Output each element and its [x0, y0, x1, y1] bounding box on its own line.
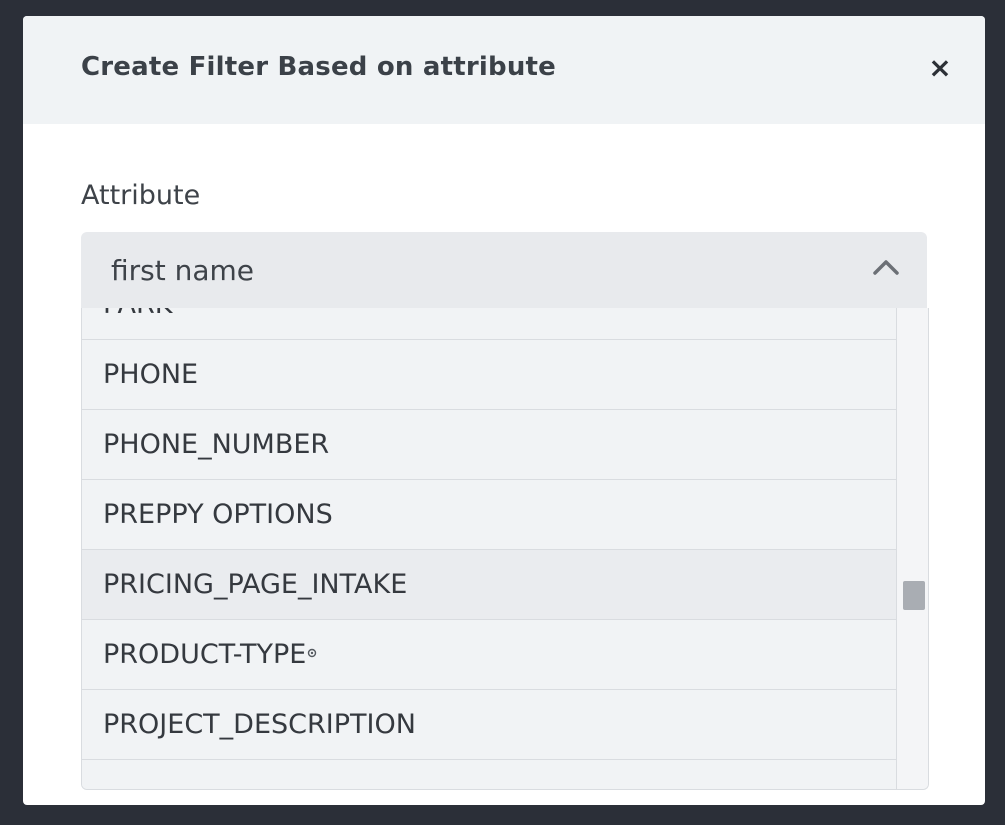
scrollbar-thumb[interactable] — [903, 581, 925, 610]
option-preppy-options[interactable]: PREPPY OPTIONS — [82, 480, 896, 550]
attribute-options-list: PARK PHONE PHONE_NUMBER PREPPY OPTIONS P… — [82, 308, 896, 789]
option-phone-number[interactable]: PHONE_NUMBER — [82, 410, 896, 480]
modal-header: Create Filter Based on attribute × — [23, 16, 985, 124]
attribute-selected-value: first name — [111, 254, 255, 287]
option-product-type-label: PRODUCT-TYPE — [103, 639, 307, 670]
attribute-select[interactable]: first name — [81, 232, 927, 308]
modal-title: Create Filter Based on attribute — [81, 52, 556, 82]
close-button[interactable]: × — [925, 50, 955, 86]
chevron-up-icon[interactable] — [873, 258, 899, 276]
attribute-dropdown: PARK PHONE PHONE_NUMBER PREPPY OPTIONS P… — [81, 308, 929, 790]
option-phone[interactable]: PHONE — [82, 340, 896, 410]
dropdown-scrollbar[interactable] — [896, 308, 928, 789]
busy-cursor-icon — [308, 648, 317, 657]
option-next[interactable] — [82, 760, 896, 789]
create-filter-modal: Create Filter Based on attribute × Attri… — [23, 16, 985, 805]
attribute-options-viewport[interactable]: PARK PHONE PHONE_NUMBER PREPPY OPTIONS P… — [82, 308, 896, 789]
close-icon: × — [928, 51, 952, 84]
option-pricing-page-intake[interactable]: PRICING_PAGE_INTAKE — [82, 550, 896, 620]
option-park[interactable]: PARK — [82, 308, 896, 340]
attribute-label: Attribute — [81, 180, 201, 211]
option-project-description[interactable]: PROJECT_DESCRIPTION — [82, 690, 896, 760]
option-product-type[interactable]: PRODUCT-TYPE — [82, 620, 896, 690]
